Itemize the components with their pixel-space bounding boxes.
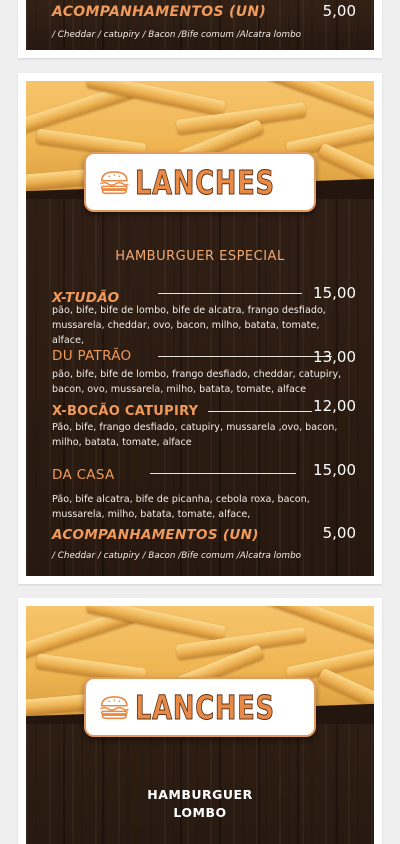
menu-feed: ACOMPANHAMENTOS (UN) 5,00 / Cheddar / ca… <box>0 0 400 844</box>
item-divider <box>158 356 332 357</box>
item-divider <box>158 293 302 294</box>
item-divider <box>208 411 312 412</box>
menu-board: LANCHES HAMBURGUER ESPECIAL X-TUDÃO 15,0… <box>26 81 374 576</box>
section-banner: LANCHES <box>84 152 316 212</box>
menu-board: ACOMPANHAMENTOS (UN) 5,00 / Cheddar / ca… <box>26 0 374 50</box>
item-description: / Cheddar / catupiry / Bacon /Bife comum… <box>52 30 302 40</box>
section-title: LOMBO <box>173 805 227 820</box>
burger-icon <box>100 171 129 195</box>
item-price: 5,00 <box>322 524 356 542</box>
menu-card-lanches[interactable]: LANCHES HAMBURGUER ESPECIAL X-TUDÃO 15,0… <box>18 73 382 584</box>
item-name: ACOMPANHAMENTOS (UN) <box>52 4 267 20</box>
item-price: 15,00 <box>313 461 356 479</box>
section-banner: LANCHES <box>84 677 316 737</box>
menu-board: LANCHES HAMBURGUER LOMBO <box>26 606 374 844</box>
banner-title: LANCHES <box>134 162 275 202</box>
item-name: DU PATRÃO <box>52 348 132 364</box>
menu-card-top[interactable]: ACOMPANHAMENTOS (UN) 5,00 / Cheddar / ca… <box>18 0 382 58</box>
item-name: X-BOCÃO CATUPIRY <box>52 404 199 419</box>
item-description: pão, bife, bife de lombo, bife de alcatr… <box>52 305 326 346</box>
section-title: HAMBURGUER <box>147 787 253 802</box>
item-description: Pão, bife alcatra, bife de picanha, cebo… <box>52 494 310 520</box>
item-price: 12,00 <box>313 397 356 415</box>
menu-card-lanches-lombo[interactable]: LANCHES HAMBURGUER LOMBO <box>18 598 382 844</box>
section-title: HAMBURGUER ESPECIAL <box>115 249 285 264</box>
item-name: DA CASA <box>52 467 115 483</box>
item-name: ACOMPANHAMENTOS (UN) <box>52 527 259 543</box>
item-price: 13,00 <box>313 348 356 366</box>
item-price: 15,00 <box>313 284 356 302</box>
item-description: pão, bife, bife de lombo, frango desfiad… <box>52 369 342 395</box>
burger-icon <box>100 696 129 720</box>
item-description: Pão, bife, frango desfiado, catupiry, mu… <box>52 422 338 448</box>
item-price: 5,00 <box>322 2 356 20</box>
item-description: / Cheddar / catupiry / Bacon /Bife comum… <box>52 551 302 561</box>
item-divider <box>150 473 296 474</box>
banner-title: LANCHES <box>134 687 275 727</box>
